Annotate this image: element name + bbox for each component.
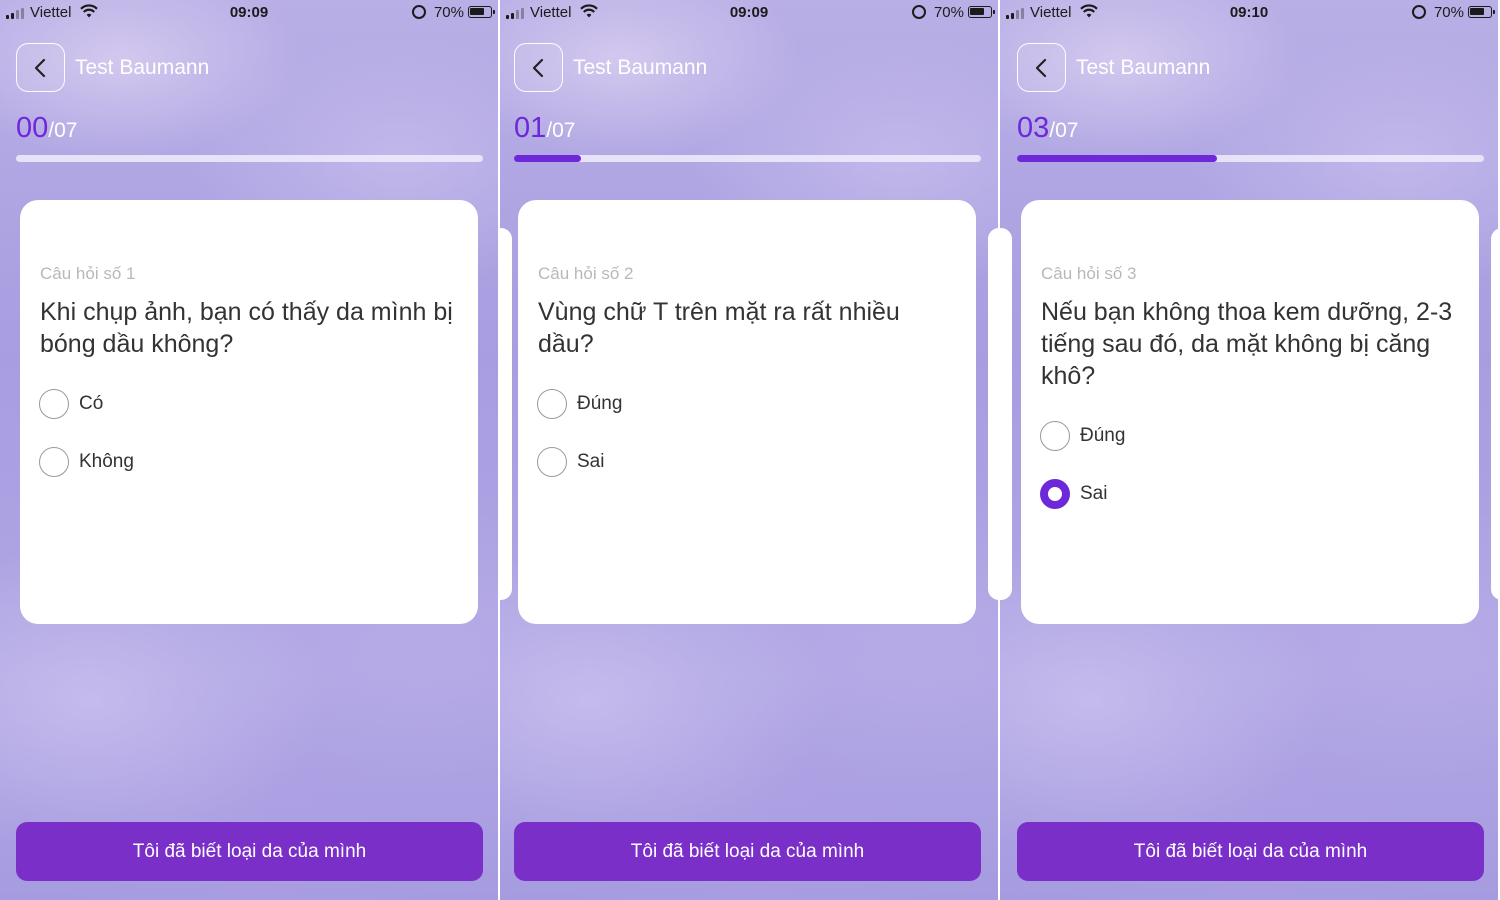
previous-card-edge <box>1000 228 1012 600</box>
next-card-edge <box>988 228 998 600</box>
radio-button[interactable] <box>39 447 69 477</box>
question-number: Câu hỏi số 1 <box>40 264 136 283</box>
answer-option[interactable]: Có <box>39 388 339 420</box>
next-card-edge <box>1491 228 1498 600</box>
answer-label: Không <box>79 451 134 472</box>
answer-label: Đúng <box>1080 425 1126 446</box>
answer-option[interactable]: Đúng <box>1040 420 1340 452</box>
rotation-lock-icon <box>912 5 926 19</box>
previous-card-edge <box>500 228 512 600</box>
radio-button[interactable] <box>1040 421 1070 451</box>
answer-label: Đúng <box>577 393 623 414</box>
answer-label: Sai <box>577 451 605 472</box>
back-button[interactable] <box>16 43 65 92</box>
answer-option[interactable]: Sai <box>1040 478 1340 510</box>
battery-icon <box>468 6 495 18</box>
answer-option[interactable]: Đúng <box>537 388 837 420</box>
rotation-lock-icon <box>412 5 426 19</box>
progress-counter: 00/07 <box>16 112 77 145</box>
screen-title: Test Baumann <box>75 56 210 79</box>
question-card: Câu hỏi số 2 Vùng chữ T trên mặt ra rất … <box>518 200 976 624</box>
question-text: Nếu bạn không thoa kem dưỡng, 2-3 tiếng … <box>1041 298 1453 390</box>
progress-bar <box>1017 155 1484 162</box>
phone-screen-3: Viettel 09:10 70% Test Baumann 03/07 Câu… <box>1000 0 1498 900</box>
progress-current: 01 <box>514 112 547 144</box>
progress-total: /07 <box>48 119 78 142</box>
known-skin-type-button[interactable]: Tôi đã biết loại da của mình <box>16 822 483 881</box>
phone-screen-2: Viettel 09:09 70% Test Baumann 01/07 Câu… <box>500 0 998 900</box>
question-text: Vùng chữ T trên mặt ra rất nhiều dầu? <box>538 298 900 358</box>
screen-title: Test Baumann <box>573 56 708 79</box>
progress-counter: 01/07 <box>514 112 575 145</box>
progress-bar-fill <box>514 155 581 162</box>
question-number: Câu hỏi số 2 <box>538 264 634 283</box>
progress-current: 03 <box>1017 112 1050 144</box>
battery-icon <box>968 6 995 18</box>
answer-label: Có <box>79 393 104 414</box>
answer-option[interactable]: Không <box>39 446 339 478</box>
radio-button[interactable] <box>537 389 567 419</box>
back-button[interactable] <box>514 43 563 92</box>
progress-counter: 03/07 <box>1017 112 1078 145</box>
progress-total: /07 <box>1049 119 1079 142</box>
phone-screen-1: Viettel 09:09 70% Test Baumann 00/07 Câu… <box>0 0 498 900</box>
progress-bar <box>514 155 981 162</box>
rotation-lock-icon <box>1412 5 1426 19</box>
battery-icon <box>1468 6 1495 18</box>
progress-bar-fill <box>1017 155 1218 162</box>
question-text: Khi chụp ảnh, bạn có thấy da mình bị bón… <box>40 298 453 358</box>
status-bar: Viettel 09:09 70% <box>0 0 498 26</box>
known-skin-type-button[interactable]: Tôi đã biết loại da của mình <box>1017 822 1484 881</box>
question-card: Câu hỏi số 1 Khi chụp ảnh, bạn có thấy d… <box>20 200 478 624</box>
battery-percent: 70% <box>433 4 464 21</box>
chevron-left-icon <box>34 58 46 78</box>
known-skin-type-button[interactable]: Tôi đã biết loại da của mình <box>514 822 981 881</box>
chevron-left-icon <box>1035 58 1047 78</box>
status-bar: Viettel 09:10 70% <box>1000 0 1498 26</box>
radio-button[interactable] <box>1040 479 1070 509</box>
progress-current: 00 <box>16 112 49 144</box>
battery-percent: 70% <box>933 4 964 21</box>
radio-button[interactable] <box>537 447 567 477</box>
back-button[interactable] <box>1017 43 1066 92</box>
question-card: Câu hỏi số 3 Nếu bạn không thoa kem dưỡn… <box>1021 200 1479 624</box>
battery-percent: 70% <box>1433 4 1464 21</box>
chevron-left-icon <box>532 58 544 78</box>
progress-bar <box>16 155 483 162</box>
answer-label: Sai <box>1080 483 1108 504</box>
radio-button[interactable] <box>39 389 69 419</box>
question-number: Câu hỏi số 3 <box>1041 264 1137 283</box>
screen-title: Test Baumann <box>1076 56 1211 79</box>
status-bar: Viettel 09:09 70% <box>500 0 998 26</box>
progress-total: /07 <box>546 119 576 142</box>
answer-option[interactable]: Sai <box>537 446 837 478</box>
